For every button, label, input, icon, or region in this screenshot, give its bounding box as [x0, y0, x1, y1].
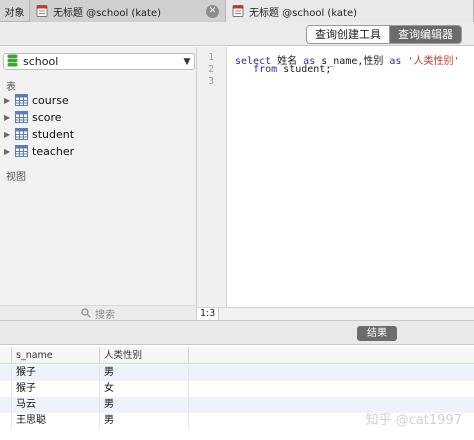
table-cell[interactable]: 男 — [100, 413, 189, 429]
column-header-filler — [189, 347, 474, 364]
results-button[interactable]: 结果 — [357, 326, 397, 341]
line-number-gutter: 1 2 3 — [197, 47, 227, 307]
table-icon — [15, 111, 28, 123]
table-cell-filler — [189, 365, 474, 381]
table-name: score — [32, 110, 62, 124]
tables-section-label: 表 — [6, 82, 16, 93]
tree-item-score[interactable]: ▶ score — [4, 109, 62, 125]
code-line-2: from student; — [235, 64, 331, 75]
column-header[interactable]: s_name — [12, 347, 100, 364]
table-icon — [15, 145, 28, 157]
table-name: student — [32, 127, 75, 141]
search-input[interactable]: 搜索 — [95, 306, 115, 321]
table-row[interactable]: 猴子 男 — [0, 365, 474, 381]
sql-keyword: as — [389, 56, 402, 67]
object-sidebar: school ▼ 表 ▶ course ▶ score ▶ student ▶ … — [0, 47, 197, 305]
row-selector[interactable] — [0, 365, 12, 381]
expand-arrow-icon[interactable]: ▶ — [4, 96, 12, 105]
editor-mode-switch: 查询创建工具 查询编辑器 — [306, 25, 462, 44]
line-number: 3 — [208, 76, 214, 87]
expand-arrow-icon[interactable]: ▶ — [4, 113, 12, 122]
tree-item-student[interactable]: ▶ student — [4, 126, 74, 142]
watermark: 知乎 @cat1997 — [365, 413, 462, 428]
tab-query-1[interactable]: 无标题 @school (kate) ✕ — [30, 0, 226, 22]
database-icon — [7, 54, 18, 70]
views-section-label: 视图 — [6, 172, 26, 183]
sidebar-search[interactable]: 搜索 — [0, 305, 197, 321]
table-cell[interactable]: 马云 — [12, 397, 100, 413]
tab-title: 无标题 @school (kate) — [53, 7, 162, 19]
database-select[interactable]: school ▼ — [3, 53, 195, 70]
tab-title: 无标题 @school (kate) — [249, 7, 358, 19]
row-selector[interactable] — [0, 381, 12, 397]
sql-string: '人类性别' — [407, 56, 460, 67]
query-file-icon — [36, 5, 48, 17]
database-name: school — [23, 55, 59, 68]
table-name: teacher — [32, 144, 75, 158]
row-selector[interactable] — [0, 413, 12, 429]
query-builder-button[interactable]: 查询创建工具 — [307, 26, 389, 43]
editor-status-bar: 1:3 — [197, 307, 474, 320]
tree-item-teacher[interactable]: ▶ teacher — [4, 143, 74, 159]
query-editor-button[interactable]: 查询编辑器 — [389, 26, 461, 43]
table-cell[interactable]: 女 — [100, 381, 189, 397]
sql-editor[interactable]: 1 2 3 select 姓名 as s_name,性别 as '人类性别' f… — [197, 47, 474, 307]
table-icon — [15, 94, 28, 106]
line-number: 2 — [208, 64, 214, 75]
toolbar: 查询创建工具 查询编辑器 — [0, 22, 474, 46]
expand-arrow-icon[interactable]: ▶ — [4, 147, 12, 156]
table-cell[interactable]: 男 — [100, 397, 189, 413]
table-cell[interactable]: 王思聪 — [12, 413, 100, 429]
table-cell-filler — [189, 381, 474, 397]
close-icon[interactable]: ✕ — [206, 4, 219, 18]
tab-objects[interactable]: 对象 — [0, 0, 30, 22]
table-cell[interactable]: 男 — [100, 365, 189, 381]
tab-bar: 对象 无标题 @school (kate) ✕ 无标题 @school (kat… — [0, 0, 474, 22]
row-selector[interactable] — [0, 397, 12, 413]
table-cell[interactable]: 猴子 — [12, 365, 100, 381]
column-header[interactable]: 人类性别 — [100, 347, 189, 364]
table-row[interactable]: 猴子 女 — [0, 381, 474, 397]
search-icon — [81, 308, 91, 318]
expand-arrow-icon[interactable]: ▶ — [4, 130, 12, 139]
line-number: 1 — [208, 52, 214, 63]
sql-indent — [235, 64, 253, 75]
table-cell[interactable]: 猴子 — [12, 381, 100, 397]
table-name: course — [32, 93, 69, 107]
chevron-down-icon: ▼ — [183, 56, 191, 67]
sql-text: student; — [277, 64, 332, 75]
row-selector-header — [0, 347, 12, 364]
tab-query-2[interactable]: 无标题 @school (kate) — [226, 0, 474, 22]
results-bar: 结果 — [0, 320, 474, 345]
tree-item-course[interactable]: ▶ course — [4, 92, 69, 108]
grid-header: s_name 人类性别 — [0, 347, 474, 364]
table-icon — [15, 128, 28, 140]
sql-keyword: from — [253, 64, 278, 75]
query-file-icon — [232, 5, 244, 17]
cursor-position: 1:3 — [197, 308, 220, 320]
